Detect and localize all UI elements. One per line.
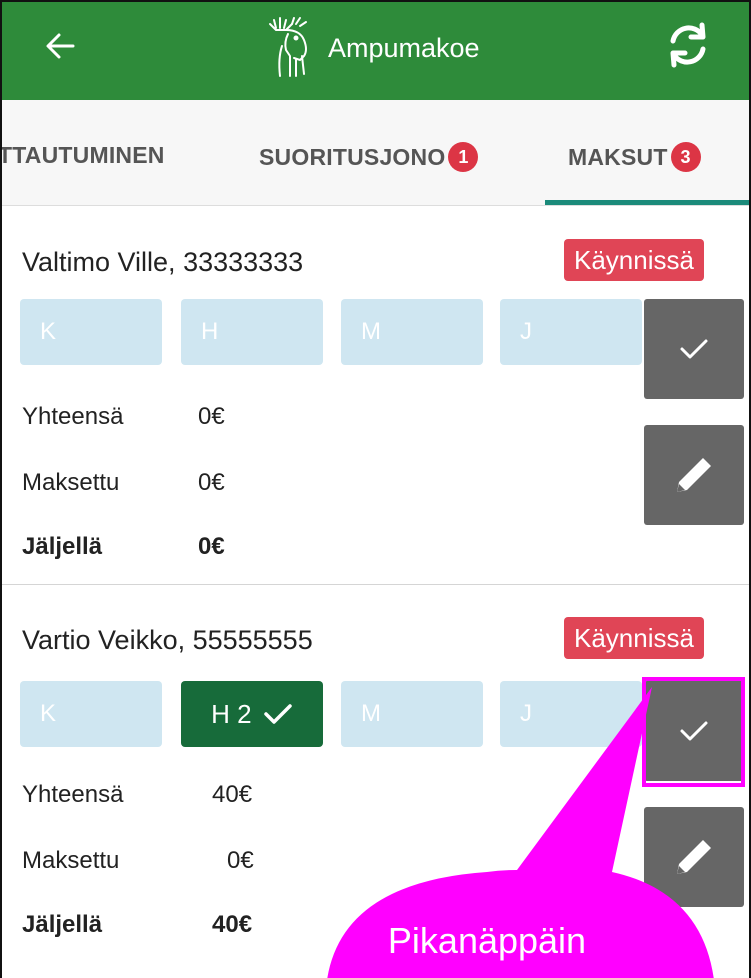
- participant-name: Valtimo Ville, 33333333: [22, 247, 304, 277]
- edit-button[interactable]: [644, 807, 744, 907]
- participant-name: Vartio Veikko, 55555555: [22, 625, 313, 655]
- chip-j[interactable]: J: [500, 299, 642, 365]
- total-label: Yhteensä: [22, 781, 124, 808]
- back-button[interactable]: [38, 24, 82, 68]
- app-bar: Ampumakoe: [2, 2, 749, 100]
- remaining-label: Jäljellä: [22, 911, 103, 938]
- paid-row: Maksettu 0€: [22, 847, 254, 875]
- chip-label: H 2: [211, 699, 252, 729]
- count-badge: 1: [448, 142, 479, 172]
- tab-bar: TTAUTUMINEN SUORITUSJONO 1 MAKSUT 3: [2, 100, 749, 206]
- tab-suoritusjono[interactable]: SUORITUSJONO 1: [259, 142, 479, 172]
- tab-maksut[interactable]: MAKSUT 3: [568, 142, 701, 172]
- remaining-row: Jäljellä 0€: [22, 533, 225, 561]
- tab-ilmoittautuminen[interactable]: TTAUTUMINEN: [0, 142, 165, 169]
- tab-label: MAKSUT: [568, 143, 668, 170]
- remaining-row: Jäljellä 40€: [22, 911, 252, 939]
- paid-value: 0€: [198, 469, 225, 496]
- remaining-label: Jäljellä: [22, 533, 103, 560]
- app-screen: Ampumakoe TTAUTUMINEN SUORITUSJONO 1 MAK…: [0, 0, 751, 978]
- total-label: Yhteensä: [22, 403, 124, 430]
- paid-row: Maksettu 0€: [22, 469, 225, 497]
- arrow-left-icon: [46, 33, 75, 59]
- active-tab-indicator: [545, 200, 749, 205]
- check-icon: [264, 704, 292, 724]
- tab-label: SUORITUSJONO: [259, 143, 446, 170]
- chip-m[interactable]: M: [341, 299, 483, 365]
- remaining-value: 40€: [212, 911, 253, 938]
- status-badge: Käynnissä: [564, 239, 704, 281]
- chip-k[interactable]: K: [20, 681, 162, 747]
- quick-confirm-button[interactable]: [644, 299, 744, 399]
- total-row: Yhteensä 0€: [22, 403, 225, 431]
- edit-button[interactable]: [644, 425, 744, 525]
- paid-label: Maksettu: [22, 469, 120, 496]
- pencil-icon: [677, 458, 711, 492]
- chip-h[interactable]: H: [181, 299, 323, 365]
- highlight-frame: [642, 677, 745, 787]
- chip-k[interactable]: K: [20, 299, 162, 365]
- payment-card: Valtimo Ville, 33333333 Käynnissä K H M …: [2, 207, 749, 585]
- refresh-button[interactable]: [661, 18, 715, 72]
- paid-value: 0€: [227, 847, 254, 874]
- check-icon: [680, 339, 708, 359]
- remaining-value: 0€: [198, 533, 225, 560]
- count-badge: 3: [670, 142, 701, 172]
- chip-h-active[interactable]: H 2: [181, 681, 323, 747]
- callout-text: Pikanäppäin: [387, 920, 587, 961]
- app-title: Ampumakoe: [328, 32, 480, 63]
- refresh-icon: [670, 22, 706, 68]
- tab-label: TTAUTUMINEN: [0, 142, 165, 168]
- total-value: 0€: [198, 403, 225, 430]
- chip-j[interactable]: J: [500, 681, 642, 747]
- paid-label: Maksettu: [22, 847, 120, 874]
- app-title-group: Ampumakoe: [260, 8, 480, 88]
- total-value: 40€: [212, 781, 253, 808]
- pencil-icon: [677, 840, 711, 874]
- total-row: Yhteensä 40€: [22, 781, 252, 809]
- chip-m[interactable]: M: [341, 681, 483, 747]
- status-badge: Käynnissä: [564, 617, 704, 659]
- moose-logo-icon: [269, 17, 307, 77]
